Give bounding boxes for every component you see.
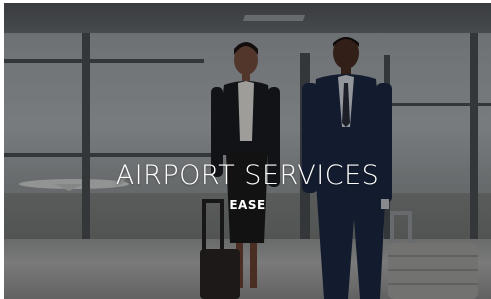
dark-overlay	[4, 3, 491, 299]
hero-banner: AIRPORT SERVICES EASE	[4, 3, 491, 299]
hero-title: AIRPORT SERVICES	[115, 160, 380, 191]
hero-subtitle: EASE	[229, 198, 266, 212]
